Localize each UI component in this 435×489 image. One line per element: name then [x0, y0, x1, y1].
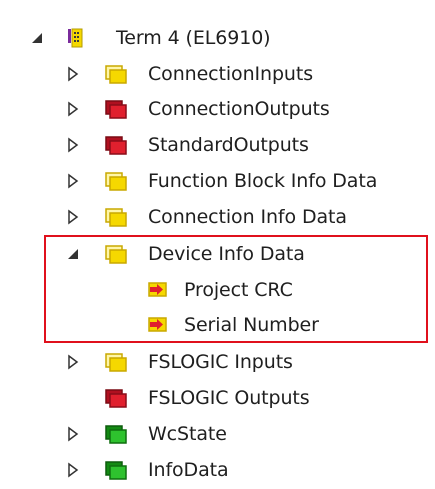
- tree-node-connection-inputs[interactable]: ConnectionInputs: [0, 56, 435, 92]
- tree-node-label: Project CRC: [184, 279, 293, 301]
- tree-node-device-info-data[interactable]: Device Info Data: [0, 236, 435, 272]
- tree-node-function-block-info-data[interactable]: Function Block Info Data: [0, 163, 435, 199]
- tree-node-label: Function Block Info Data: [148, 170, 378, 192]
- tree-node-infodata[interactable]: InfoData: [0, 452, 435, 488]
- tree-node-label: FSLOGIC Inputs: [148, 351, 293, 373]
- expanded-arrow-icon[interactable]: [30, 20, 48, 56]
- tree-node-label: InfoData: [148, 459, 229, 481]
- tree-node-label: Term 4 (EL6910): [116, 27, 271, 49]
- collapsed-arrow-icon[interactable]: [66, 91, 84, 127]
- tree-node-fslogic-outputs[interactable]: FSLOGIC Outputs: [0, 380, 435, 416]
- tree-node-label: Serial Number: [184, 314, 319, 336]
- tree-node-connection-outputs[interactable]: ConnectionOutputs: [0, 91, 435, 127]
- red-folder-icon: [104, 380, 128, 416]
- yellow-folder-icon: [104, 163, 128, 199]
- terminal-module-icon: [64, 20, 88, 56]
- collapsed-arrow-icon[interactable]: [66, 163, 84, 199]
- tree-node-label: FSLOGIC Outputs: [148, 387, 310, 409]
- tree-node-wcstate[interactable]: WcState: [0, 416, 435, 452]
- io-tree-view: Term 4 (EL6910) ConnectionInputs Connect…: [0, 0, 435, 489]
- tree-node-label: ConnectionInputs: [148, 63, 314, 85]
- green-folder-icon: [104, 416, 128, 452]
- collapsed-arrow-icon[interactable]: [66, 452, 84, 488]
- tree-node-term-4[interactable]: Term 4 (EL6910): [0, 20, 435, 56]
- collapsed-arrow-icon[interactable]: [66, 199, 84, 235]
- tree-node-fslogic-inputs[interactable]: FSLOGIC Inputs: [0, 344, 435, 380]
- collapsed-arrow-icon[interactable]: [66, 56, 84, 92]
- collapsed-arrow-icon[interactable]: [66, 416, 84, 452]
- yellow-folder-icon: [104, 56, 128, 92]
- yellow-folder-icon: [104, 199, 128, 235]
- yellow-folder-icon: [104, 344, 128, 380]
- tree-node-label: WcState: [148, 423, 227, 445]
- tree-node-label: Connection Info Data: [148, 206, 347, 228]
- collapsed-arrow-icon[interactable]: [66, 344, 84, 380]
- green-folder-icon: [104, 452, 128, 488]
- tree-node-label: StandardOutputs: [148, 134, 309, 156]
- tree-node-standard-outputs[interactable]: StandardOutputs: [0, 127, 435, 163]
- input-variable-icon: [146, 272, 170, 308]
- tree-node-serial-number[interactable]: Serial Number: [0, 307, 435, 343]
- collapsed-arrow-icon[interactable]: [66, 127, 84, 163]
- red-folder-icon: [104, 91, 128, 127]
- expanded-arrow-icon[interactable]: [66, 236, 84, 272]
- tree-node-connection-info-data[interactable]: Connection Info Data: [0, 199, 435, 235]
- tree-node-label: Device Info Data: [148, 243, 305, 265]
- red-folder-icon: [104, 127, 128, 163]
- tree-node-label: ConnectionOutputs: [148, 98, 330, 120]
- yellow-folder-icon: [104, 236, 128, 272]
- input-variable-icon: [146, 307, 170, 343]
- tree-node-project-crc[interactable]: Project CRC: [0, 272, 435, 308]
